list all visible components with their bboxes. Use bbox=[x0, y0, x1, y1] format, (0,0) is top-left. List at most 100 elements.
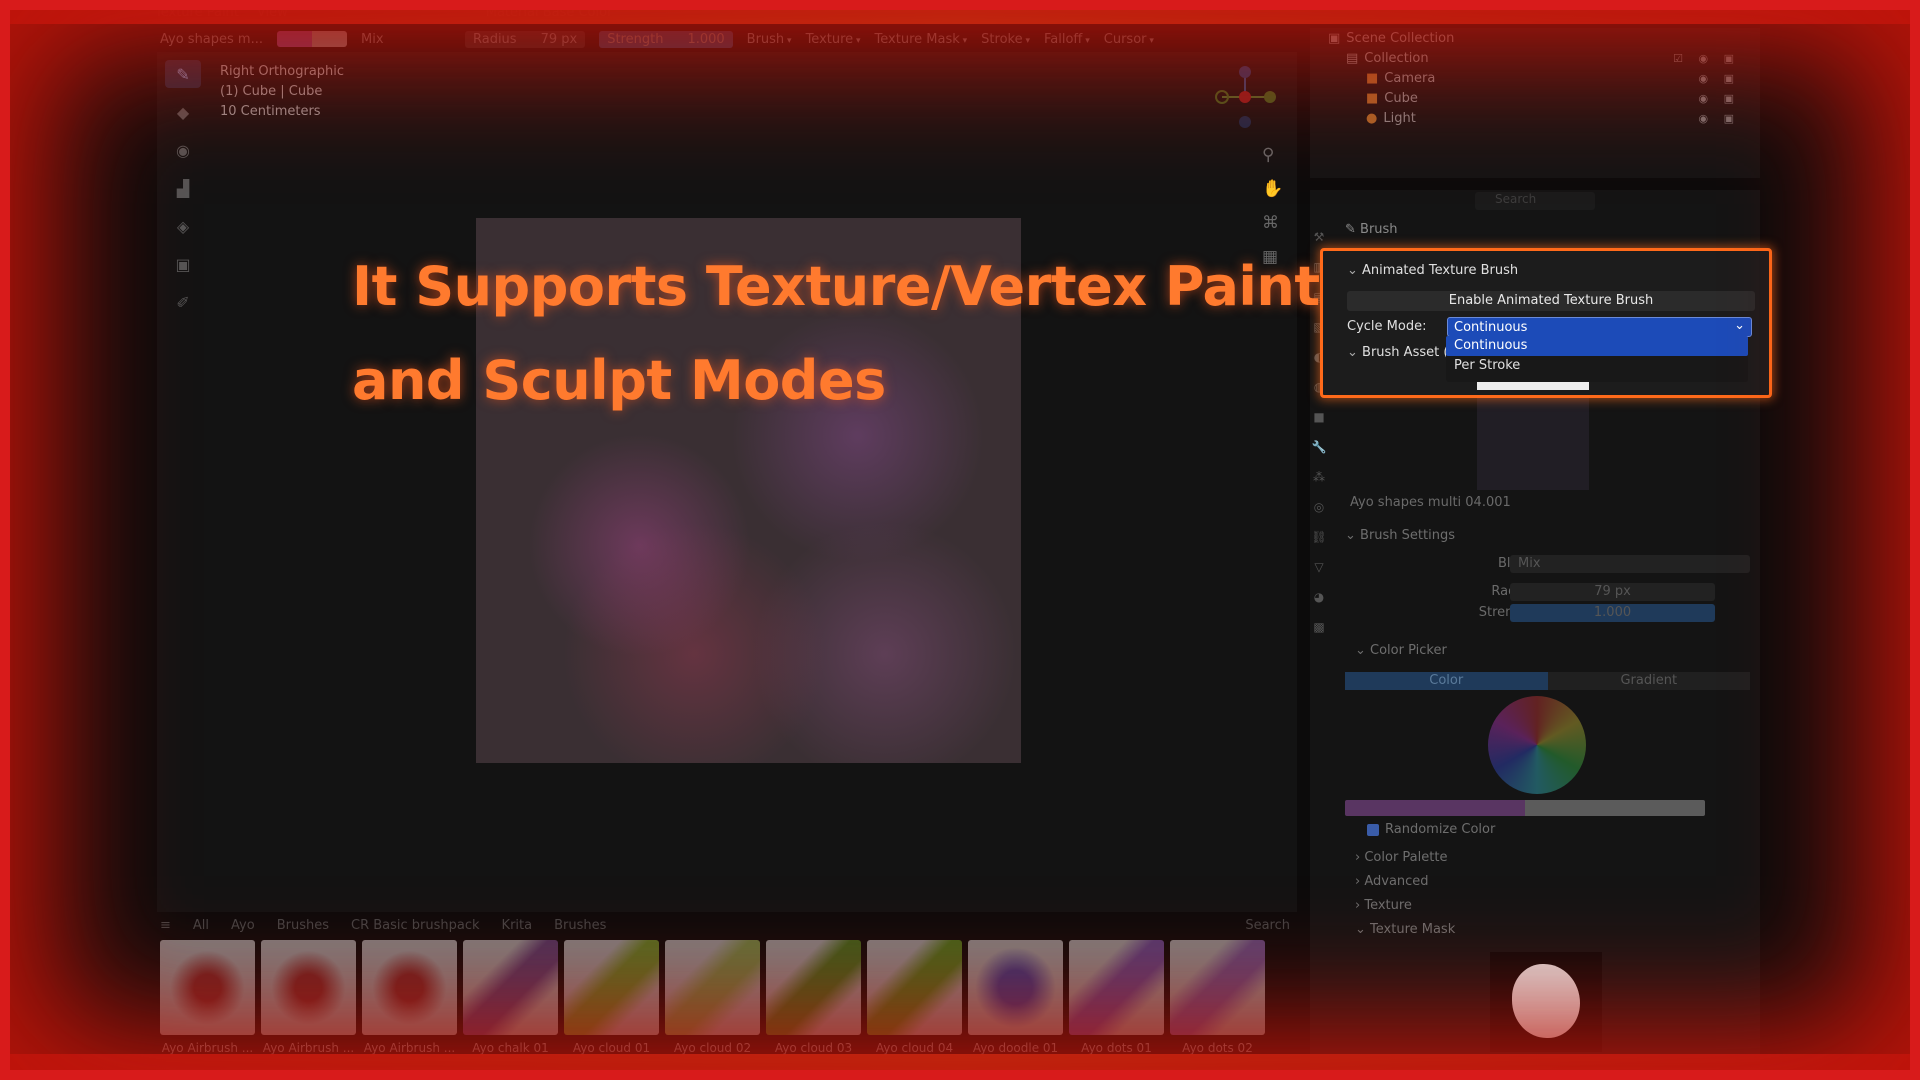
camera-icon: ■ bbox=[1366, 70, 1379, 86]
radius-value: 79 px bbox=[540, 31, 578, 47]
properties-search-input[interactable]: Search bbox=[1475, 192, 1595, 210]
color-mode-tabs: Color Gradient bbox=[1345, 672, 1750, 690]
option-per-stroke[interactable]: Per Stroke bbox=[1446, 356, 1748, 376]
material-selector[interactable]: Material Base Color bbox=[486, 5, 613, 20]
cycle-mode-select[interactable]: Continuous bbox=[1447, 316, 1752, 337]
brush-item[interactable]: Ayo cloud 03 bbox=[766, 940, 861, 1055]
color-swatch[interactable] bbox=[276, 31, 347, 47]
tab-gradient[interactable]: Gradient bbox=[1547, 672, 1750, 690]
panel-title[interactable]: Animated Texture Brush bbox=[1347, 263, 1518, 278]
brush-settings-section[interactable]: Brush Settings bbox=[1345, 528, 1455, 543]
data-tab-icon[interactable]: ▽ bbox=[1314, 560, 1323, 574]
visibility-icon[interactable]: ☑ ◉ ▣ bbox=[1673, 52, 1740, 65]
particles-tab-icon[interactable]: ⁂ bbox=[1313, 470, 1325, 484]
brush-item[interactable]: Ayo Airbrush ... bbox=[261, 940, 356, 1055]
material-tab-icon[interactable]: ◕ bbox=[1314, 590, 1324, 604]
color-picker-section[interactable]: Color Picker bbox=[1355, 643, 1447, 658]
texture-section[interactable]: Texture bbox=[1355, 898, 1412, 913]
radius-field[interactable]: Radius 79 px bbox=[464, 30, 586, 48]
color-palette-section[interactable]: Color Palette bbox=[1355, 850, 1447, 865]
texture-mask-preview[interactable] bbox=[1490, 952, 1602, 1052]
annotate-tool-icon[interactable]: ✐ bbox=[165, 288, 201, 316]
color-value-bar[interactable] bbox=[1345, 800, 1705, 816]
brush-item[interactable]: Ayo dots 02 bbox=[1170, 940, 1265, 1055]
texture-mask-menu[interactable]: Texture Mask bbox=[875, 32, 968, 47]
visibility-icon[interactable]: ◉ ▣ bbox=[1699, 112, 1741, 125]
tab-brushes[interactable]: Brushes bbox=[277, 918, 329, 933]
strength-field[interactable]: Strength 1.000 bbox=[599, 30, 733, 48]
smear-tool-icon[interactable]: ◉ bbox=[165, 136, 201, 164]
outliner-item-label: Cube bbox=[1384, 90, 1418, 106]
color-wheel[interactable] bbox=[1488, 696, 1586, 794]
outliner-item-camera[interactable]: ■ Camera ◉ ▣ bbox=[1310, 68, 1760, 88]
pan-hand-icon[interactable]: ✋ bbox=[1262, 179, 1283, 199]
clone-tool-icon[interactable]: ▟ bbox=[165, 174, 201, 202]
brush-item-label: Ayo cloud 04 bbox=[875, 1041, 954, 1055]
advanced-section[interactable]: Advanced bbox=[1355, 874, 1428, 889]
toolbar-left: ✎ ◆ ◉ ▟ ◈ ▣ ✐ bbox=[165, 60, 205, 316]
brush-item[interactable]: Ayo cloud 02 bbox=[665, 940, 760, 1055]
strength-label: Strength bbox=[607, 31, 664, 47]
draw-tool-icon[interactable]: ✎ bbox=[165, 60, 201, 88]
visibility-icon[interactable]: ◉ ▣ bbox=[1699, 72, 1741, 85]
outliner-item-cube[interactable]: ■ Cube ◉ ▣ bbox=[1310, 88, 1760, 108]
brush-item[interactable]: Ayo cloud 01 bbox=[564, 940, 659, 1055]
brush-item[interactable]: Ayo doodle 01 bbox=[968, 940, 1063, 1055]
visibility-icon[interactable]: ◉ ▣ bbox=[1699, 92, 1741, 105]
brush-item[interactable]: Ayo Airbrush ... bbox=[160, 940, 255, 1055]
brush-item[interactable]: Ayo dots 01 bbox=[1069, 940, 1164, 1055]
strength-field[interactable]: 1.000 bbox=[1510, 604, 1715, 622]
tab-color[interactable]: Color bbox=[1345, 672, 1548, 690]
mask-tool-icon[interactable]: ▣ bbox=[165, 250, 201, 278]
brush-asset-preview[interactable] bbox=[1477, 395, 1589, 490]
radius-label: Radius bbox=[472, 31, 517, 47]
promo-headline: It Supports Texture/Vertex Paint, and Sc… bbox=[352, 240, 1340, 428]
scene-collection-row[interactable]: ▣ Scene Collection bbox=[1310, 28, 1760, 48]
grid-scale: 10 Centimeters bbox=[220, 104, 321, 119]
brush-asset-section[interactable]: Brush Asset (U bbox=[1347, 345, 1458, 360]
constraints-tab-icon[interactable]: ⛓ bbox=[1311, 530, 1326, 544]
modifier-tab-icon[interactable]: 🔧 bbox=[1312, 440, 1327, 454]
texture-mask-section[interactable]: Texture Mask bbox=[1355, 922, 1455, 937]
physics-tab-icon[interactable]: ◎ bbox=[1314, 500, 1324, 514]
falloff-menu[interactable]: Falloff bbox=[1044, 32, 1090, 47]
camera-view-icon[interactable]: ⌘ bbox=[1262, 213, 1283, 233]
cursor-menu[interactable]: Cursor bbox=[1104, 32, 1154, 47]
tab-cr-basic[interactable]: CR Basic brushpack bbox=[351, 918, 480, 933]
tab-brushes-2[interactable]: Brushes bbox=[554, 918, 606, 933]
randomize-color-checkbox[interactable] bbox=[1367, 824, 1379, 836]
soften-tool-icon[interactable]: ◆ bbox=[165, 98, 201, 126]
radius-field[interactable]: 79 px bbox=[1510, 583, 1715, 601]
brush-search-input[interactable]: Search bbox=[1245, 918, 1290, 933]
outliner-item-light[interactable]: ● Light ◉ ▣ bbox=[1310, 108, 1760, 128]
menu-icon[interactable]: ≡ bbox=[160, 918, 171, 933]
mesh-icon: ■ bbox=[1366, 90, 1379, 106]
brush-item[interactable]: Ayo cloud 04 bbox=[867, 940, 962, 1055]
navigation-gizmo-icon[interactable] bbox=[1210, 62, 1280, 132]
collection-row[interactable]: ▤ Collection ☑ ◉ ▣ bbox=[1310, 48, 1760, 68]
enable-animated-brush-button[interactable]: Enable Animated Texture Brush bbox=[1347, 291, 1755, 311]
brush-item[interactable]: Ayo Airbrush ... bbox=[362, 940, 457, 1055]
brush-item[interactable]: Ayo chalk 01 bbox=[463, 940, 558, 1055]
brush-item-label: Ayo Airbrush ... bbox=[161, 1041, 254, 1055]
texture-tab-icon[interactable]: ▩ bbox=[1313, 620, 1324, 634]
blend-mode[interactable]: Mix bbox=[361, 32, 451, 47]
mode-selector[interactable]: Texture Paint bbox=[155, 5, 239, 20]
brush-item-label: Ayo dots 01 bbox=[1081, 1041, 1152, 1055]
brush-menu[interactable]: Brush bbox=[747, 32, 792, 47]
brush-item-label: Ayo cloud 01 bbox=[572, 1041, 651, 1055]
headline-line-1: It Supports Texture/Vertex Paint, bbox=[352, 255, 1340, 318]
tab-ayo[interactable]: Ayo bbox=[231, 918, 255, 933]
viewport-info: Right Orthographic (1) Cube | Cube 10 Ce… bbox=[220, 62, 344, 122]
tab-krita[interactable]: Krita bbox=[502, 918, 533, 933]
fill-tool-icon[interactable]: ◈ bbox=[165, 212, 201, 240]
option-continuous[interactable]: Continuous bbox=[1446, 336, 1748, 356]
brush-selector[interactable]: Ayo shapes m... bbox=[160, 32, 263, 47]
zoom-icon[interactable]: ⚲ bbox=[1262, 145, 1283, 165]
blend-select[interactable]: Mix bbox=[1510, 555, 1750, 573]
stroke-menu[interactable]: Stroke bbox=[981, 32, 1030, 47]
brush-item-label: Ayo cloud 03 bbox=[774, 1041, 853, 1055]
view-menu[interactable]: View bbox=[257, 5, 288, 20]
texture-menu[interactable]: Texture bbox=[806, 32, 861, 47]
tab-all[interactable]: All bbox=[193, 918, 209, 933]
